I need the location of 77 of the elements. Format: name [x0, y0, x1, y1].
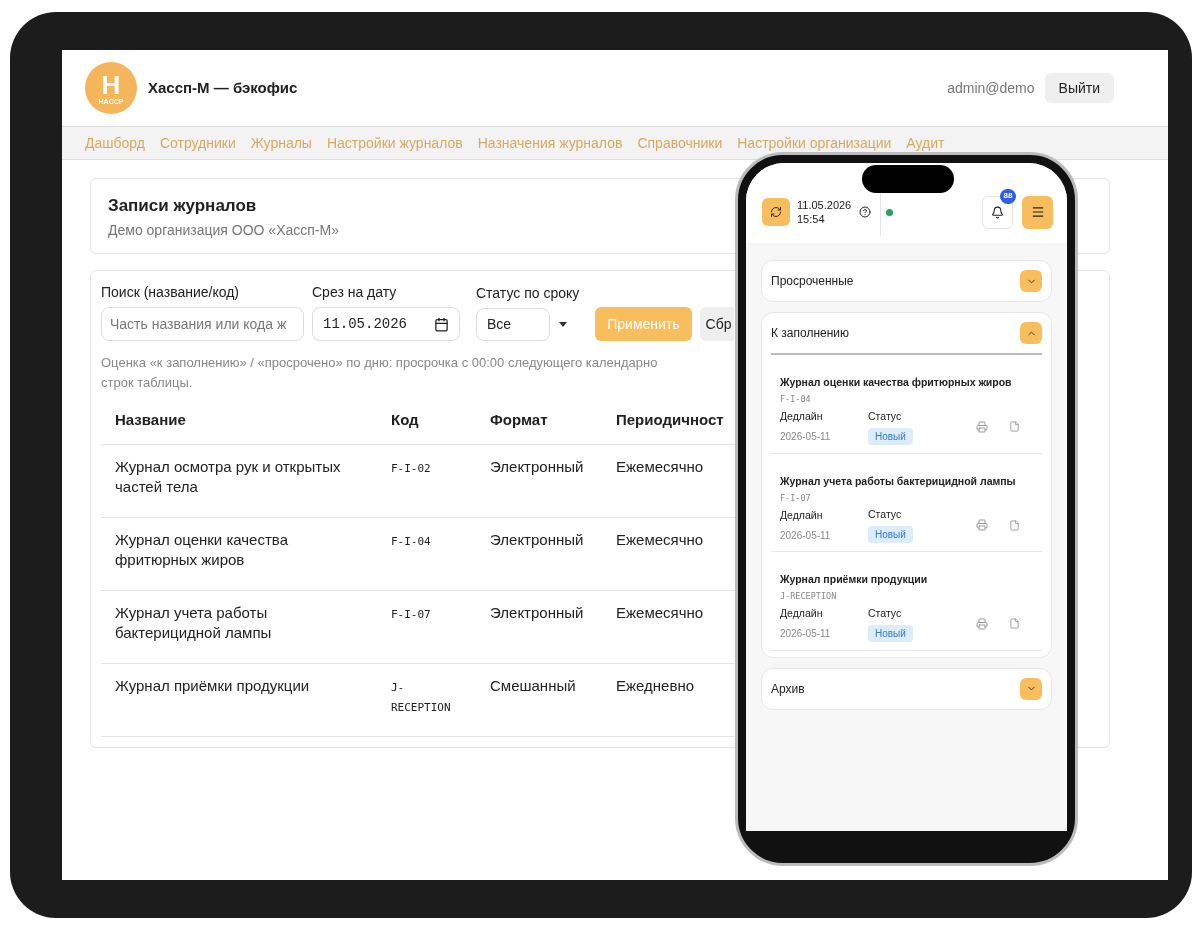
status-label: Статус: [868, 605, 902, 621]
bell-icon: [991, 205, 1004, 219]
print-icon[interactable]: [976, 617, 988, 630]
section-title[interactable]: Архив: [771, 679, 805, 698]
table-cell: Ежедневно: [616, 676, 695, 696]
table-cell: Ежемесячно: [616, 530, 704, 550]
menu-button[interactable]: [1022, 195, 1053, 229]
logout-button[interactable]: Выйти: [1044, 73, 1114, 103]
table-cell-text: Журнал оценки качества фритюрных жиров: [114, 530, 289, 570]
section-title[interactable]: К заполнению: [771, 324, 850, 342]
deadline-label: Дедлайн: [780, 507, 824, 523]
status-label: Статус: [868, 408, 902, 424]
column-header: Периодичност: [616, 410, 724, 431]
table-cell-text: Смешанный: [490, 676, 577, 696]
item-code: F-I-04: [780, 393, 812, 406]
table-cell-text: F-I-04: [391, 534, 432, 550]
deadline-date: 2026-05-11: [780, 627, 832, 641]
notification-badge: 88: [1000, 188, 1016, 204]
hint-text: строк таблицы.: [101, 374, 193, 392]
table-cell-text: Электронный: [490, 530, 585, 550]
column-header: Название: [114, 410, 187, 431]
notifications-button[interactable]: [982, 195, 1013, 229]
deadline-label: Дедлайн: [780, 606, 824, 622]
table-cell: Ежемесячно: [616, 457, 704, 477]
status-badge: Новый: [868, 427, 913, 445]
document-icon[interactable]: [1009, 618, 1020, 630]
table-cell-text: F-I-02: [391, 461, 432, 477]
item-code: F-I-07: [780, 491, 812, 505]
logo-mark: H: [101, 71, 121, 98]
item-title[interactable]: Журнал приёмки продукции: [780, 572, 928, 586]
expand-toggle[interactable]: [1020, 677, 1042, 700]
status-label: Статус: [868, 507, 902, 523]
refresh-icon: [770, 206, 782, 218]
item-title[interactable]: Журнал учета работы бактерицидной лампы: [780, 473, 1016, 488]
deadline-date: 2026-05-11: [780, 528, 832, 543]
status-badge: Новый: [868, 624, 913, 642]
table-cell-text: Журнал осмотра рук и открытых частей тела: [114, 457, 342, 497]
menu-icon: [1030, 205, 1045, 219]
table-cell-text: Журнал приёмки продукции: [114, 676, 311, 696]
date-text: 11.05.2026: [797, 198, 852, 212]
refresh-button[interactable]: [762, 198, 790, 226]
item-code: J-RECEPTION: [780, 590, 838, 603]
table-cell-text: J-RECEPTION: [391, 680, 452, 716]
print-icon[interactable]: [976, 420, 988, 433]
field-label: Поиск (название/код): [101, 283, 240, 302]
column-header: Формат: [490, 410, 549, 431]
time-text: 15:54: [797, 212, 826, 226]
app-title: Хассп-М — бэкофис: [148, 77, 298, 98]
field-label: Статус по сроку: [476, 284, 580, 303]
hint-text: Оценка «к заполнению» / «просрочено» по дню: просрочка с 00:00 следующего календарно: [101, 354, 658, 372]
table-cell: Ежемесячно: [616, 603, 704, 623]
expand-toggle[interactable]: [1020, 270, 1042, 292]
caret-icon: [559, 322, 567, 327]
table-cell-text: F-I-07: [391, 607, 432, 623]
deadline-date: 2026-05-11: [780, 430, 832, 444]
expand-toggle[interactable]: [1020, 322, 1042, 344]
table-cell-text: Журнал учета работы бактерицидной лампы: [114, 603, 273, 643]
status-badge: Новый: [868, 526, 913, 543]
help-icon[interactable]: [859, 206, 872, 218]
column-header: Код: [391, 410, 420, 431]
document-icon[interactable]: [1009, 519, 1020, 531]
table-cell-text: Электронный: [490, 603, 585, 623]
page-subtitle: Демо организация ООО «Хассп-М»: [108, 221, 339, 240]
document-icon[interactable]: [1009, 421, 1020, 433]
table-cell-text: Электронный: [490, 457, 585, 477]
reset-button[interactable]: Сбр: [699, 307, 734, 341]
search-field[interactable]: Часть названия или кода ж: [101, 307, 304, 341]
page-title: Записи журналов: [108, 195, 257, 217]
status-select[interactable]: Все: [476, 308, 550, 341]
field-label: Срез на дату: [312, 283, 398, 302]
deadline-label: Дедлайн: [780, 409, 824, 425]
date-field[interactable]: 11.05.2026: [312, 307, 460, 341]
user-email: admin@demo: [947, 78, 1035, 98]
print-icon[interactable]: [976, 519, 988, 532]
section-title[interactable]: Просроченные: [771, 272, 854, 290]
calendar-icon: [434, 316, 449, 332]
item-title[interactable]: Журнал оценки качества фритюрных жиров: [780, 375, 1012, 389]
